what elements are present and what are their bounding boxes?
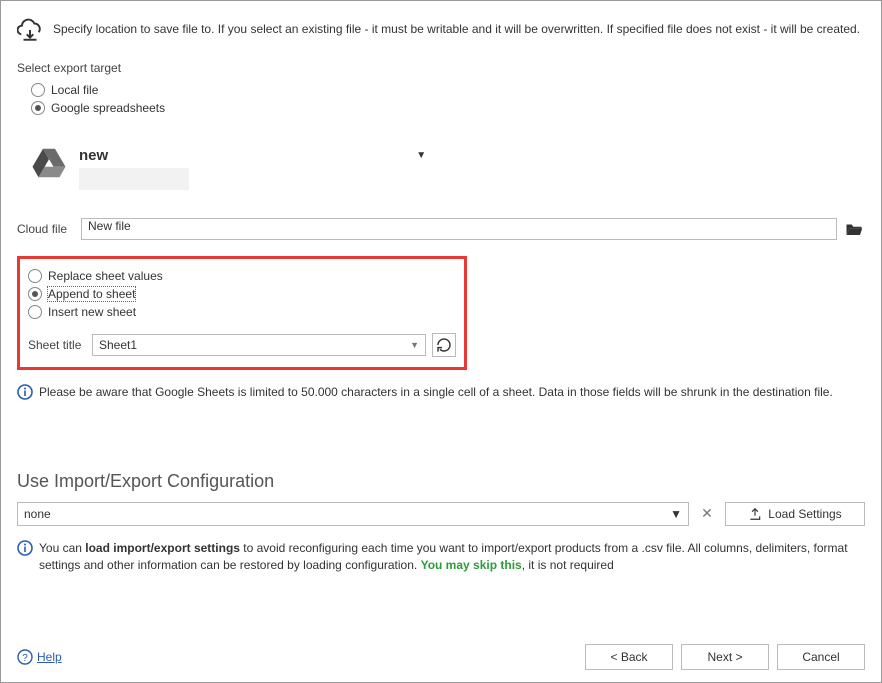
info-icon	[17, 540, 33, 556]
cloud-file-value: New file	[88, 219, 131, 233]
load-settings-label: Load Settings	[768, 507, 841, 521]
radio-icon	[28, 287, 42, 301]
info-icon	[17, 384, 33, 400]
cloud-download-icon	[17, 17, 43, 43]
back-button[interactable]: < Back	[585, 644, 673, 670]
export-target-label: Select export target	[17, 61, 865, 75]
config-heading: Use Import/Export Configuration	[17, 471, 865, 492]
chevron-down-icon: ▼	[670, 507, 682, 521]
cancel-button[interactable]: Cancel	[777, 644, 865, 670]
refresh-button[interactable]	[432, 333, 456, 357]
cloud-file-label: Cloud file	[17, 222, 75, 236]
browse-button[interactable]	[843, 218, 865, 240]
sheet-title-value: Sheet1	[99, 338, 137, 352]
drive-account-selector[interactable]: new ▼	[79, 147, 426, 164]
radio-label: Google spreadsheets	[51, 101, 165, 115]
radio-icon	[31, 101, 45, 115]
radio-label: Local file	[51, 83, 98, 97]
next-button[interactable]: Next >	[681, 644, 769, 670]
config-selected-value: none	[24, 507, 51, 521]
upload-icon	[748, 507, 762, 521]
radio-label: Append to sheet	[48, 287, 135, 301]
radio-insert-sheet[interactable]: Insert new sheet	[28, 303, 456, 321]
radio-label: Insert new sheet	[48, 305, 136, 319]
radio-replace-sheet[interactable]: Replace sheet values	[28, 267, 456, 285]
radio-icon	[28, 269, 42, 283]
sheet-title-combo[interactable]: Sheet1 ▼	[92, 334, 426, 356]
load-settings-button[interactable]: Load Settings	[725, 502, 865, 526]
radio-label: Replace sheet values	[48, 269, 163, 283]
help-icon: ?	[17, 649, 33, 665]
radio-append-sheet[interactable]: Append to sheet	[28, 285, 456, 303]
clear-config-button[interactable]: ✕	[695, 502, 719, 526]
cloud-file-input[interactable]: New file	[81, 218, 837, 240]
warning-text: Please be aware that Google Sheets is li…	[39, 384, 833, 401]
sheet-title-label: Sheet title	[28, 338, 86, 352]
folder-open-icon	[845, 221, 863, 237]
chevron-down-icon: ▼	[416, 150, 426, 161]
radio-icon	[31, 83, 45, 97]
header-description: Specify location to save file to. If you…	[53, 17, 860, 38]
help-link[interactable]: ? Help	[17, 649, 62, 665]
refresh-icon	[436, 337, 452, 353]
chevron-down-icon: ▼	[410, 340, 419, 350]
radio-google-spreadsheets[interactable]: Google spreadsheets	[17, 99, 865, 117]
radio-icon	[28, 305, 42, 319]
drive-subtext-placeholder	[79, 168, 189, 190]
sheet-mode-panel: Replace sheet values Append to sheet Ins…	[17, 256, 467, 370]
google-drive-icon	[31, 147, 67, 179]
config-tip: You can load import/export settings to a…	[39, 540, 865, 574]
help-label: Help	[37, 650, 62, 664]
config-combo[interactable]: none ▼	[17, 502, 689, 526]
drive-name: new	[79, 147, 108, 164]
radio-local-file[interactable]: Local file	[17, 81, 865, 99]
close-icon: ✕	[701, 505, 713, 522]
svg-text:?: ?	[22, 653, 28, 664]
